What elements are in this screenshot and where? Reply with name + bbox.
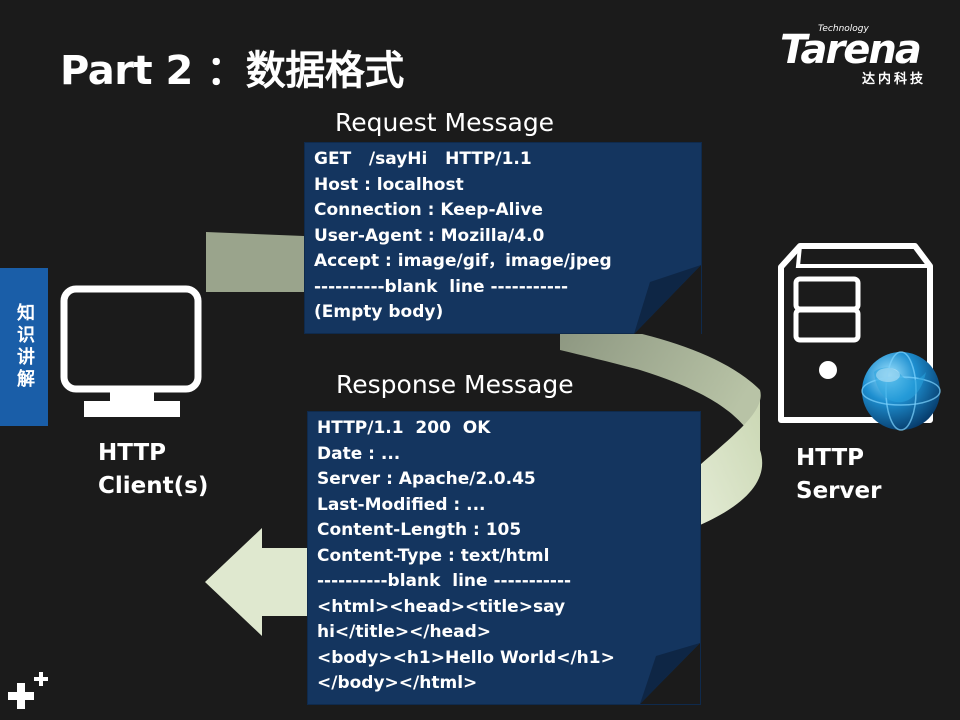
http-client-label: HTTP Client(s) <box>98 437 208 503</box>
request-message-box: GET /sayHi HTTP/1.1 Host : localhost Conne… <box>304 142 702 334</box>
client-label-line2: Client(s) <box>98 473 209 499</box>
request-message-heading: Request Message <box>335 108 555 137</box>
response-line: ----------blank line ----------- <box>317 571 572 591</box>
server-label-line1: HTTP <box>796 445 865 471</box>
response-line: Server : Apache/2.0.45 <box>317 469 536 489</box>
response-line: </body></html> <box>317 673 478 693</box>
http-server-label: HTTP Server <box>796 442 881 508</box>
request-line: ----------blank line ----------- <box>314 276 569 297</box>
request-flow-arrow <box>206 232 304 292</box>
server-label-line2: Server <box>796 478 882 504</box>
client-monitor-icon <box>60 285 202 417</box>
response-message-box: HTTP/1.1 200 OK Date : ... Server : Apache… <box>307 411 701 705</box>
request-line: (Empty body) <box>314 302 444 322</box>
response-line: <body><h1>Hello World</h1> <box>317 647 615 668</box>
response-line: Date : ... <box>317 443 401 464</box>
response-line: hi</title></head> <box>317 622 492 642</box>
request-line: GET /sayHi HTTP/1.1 <box>314 149 532 169</box>
response-line: Content-Length : 105 <box>317 520 522 540</box>
response-line: <html><head><title>say <box>317 596 566 617</box>
plus-mark-icon <box>8 672 48 709</box>
request-line: Accept : image/gif，image/jpeg <box>314 251 612 271</box>
request-line: Connection : Keep-Alive <box>314 200 543 220</box>
request-line: User-Agent : Mozilla/4.0 <box>314 225 545 246</box>
slide: Part 2 ：数据格式 Technology Tarena 达内科技 知识讲解 <box>0 0 960 720</box>
response-flow-arrow <box>205 528 307 636</box>
globe-icon <box>861 351 941 431</box>
request-line: Host : localhost <box>314 174 464 195</box>
response-line: HTTP/1.1 200 OK <box>317 418 491 438</box>
response-line: Last-Modified : ... <box>317 494 486 515</box>
client-label-line1: HTTP <box>98 440 167 466</box>
response-message-heading: Response Message <box>336 370 574 399</box>
response-line: Content-Type : text/html <box>317 545 550 566</box>
